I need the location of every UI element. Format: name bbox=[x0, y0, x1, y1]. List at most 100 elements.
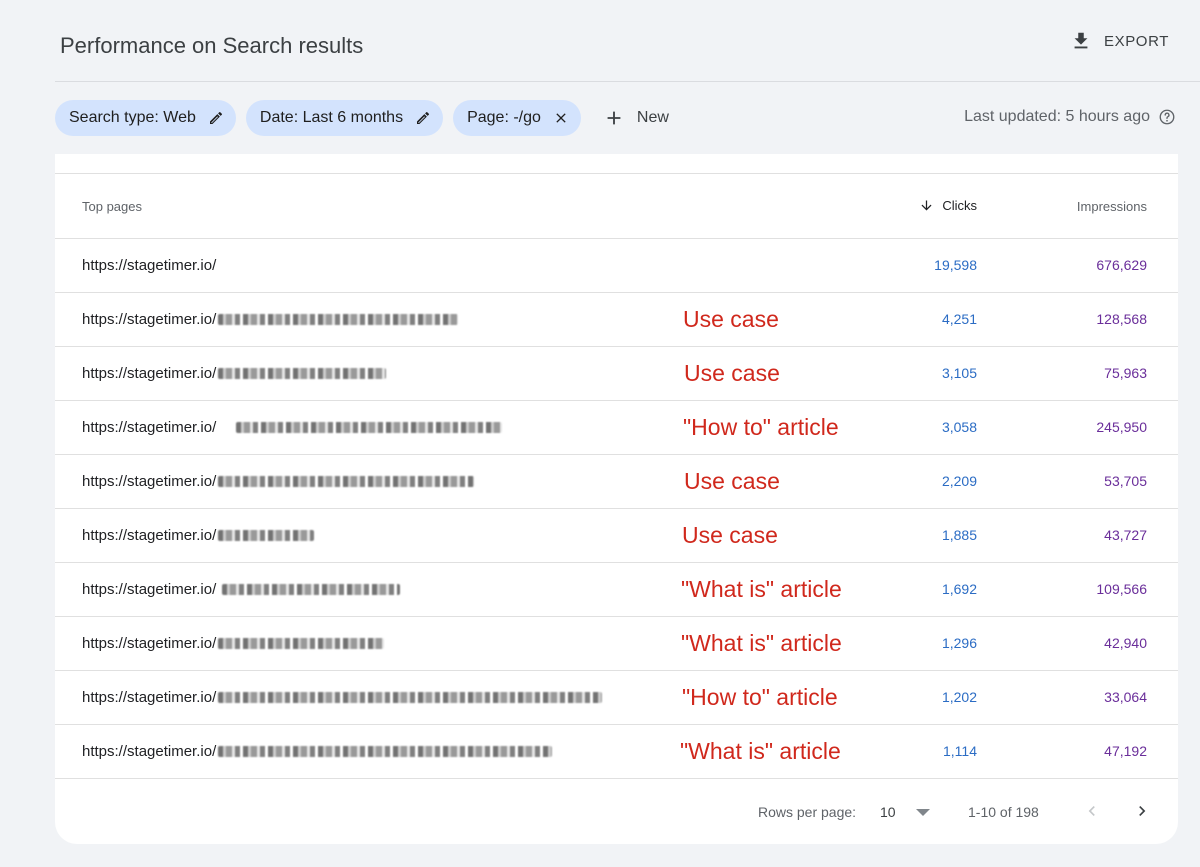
clicks-value: 3,058 bbox=[941, 419, 977, 435]
redacted-path bbox=[218, 692, 603, 703]
page-title: Performance on Search results bbox=[60, 33, 364, 58]
row-annotation: "What is" article bbox=[680, 738, 841, 764]
table-row[interactable]: https://stagetimer.io/ "What is" article… bbox=[55, 563, 1178, 617]
redacted-path bbox=[218, 476, 475, 487]
page-url: https://stagetimer.io/ bbox=[82, 635, 385, 652]
page-url: https://stagetimer.io/ bbox=[82, 581, 401, 598]
redacted-path bbox=[218, 368, 387, 379]
chevron-left-icon bbox=[1088, 806, 1095, 816]
rows-per-page-value: 10 bbox=[880, 804, 896, 820]
url-text: https://stagetimer.io/ bbox=[82, 689, 217, 706]
table-row[interactable]: https://stagetimer.io/ "How to" article … bbox=[55, 671, 1178, 725]
row-annotation: "What is" article bbox=[681, 630, 842, 656]
page-url: https://stagetimer.io/ bbox=[82, 473, 475, 490]
impressions-value: 676,629 bbox=[1096, 257, 1147, 273]
url-text: https://stagetimer.io/ bbox=[82, 257, 217, 274]
filter-chip-label: Date: Last 6 months bbox=[259, 109, 404, 126]
column-header-pages[interactable]: Top pages bbox=[82, 199, 142, 214]
last-updated: Last updated: 5 hours ago bbox=[964, 108, 1176, 126]
page-url: https://stagetimer.io/ bbox=[82, 257, 216, 274]
row-annotation: Use case bbox=[682, 522, 778, 548]
rows-per-page-select[interactable]: 10 bbox=[880, 804, 930, 820]
impressions-value: 53,705 bbox=[1104, 473, 1147, 489]
clicks-value: 1,296 bbox=[941, 635, 977, 651]
url-text: https://stagetimer.io/ bbox=[82, 743, 217, 760]
redacted-path bbox=[222, 584, 401, 595]
export-button[interactable]: EXPORT bbox=[1070, 30, 1169, 52]
filter-chip-label: Search type: Web bbox=[69, 109, 196, 126]
header-divider bbox=[55, 81, 1200, 82]
next-page-button[interactable] bbox=[1132, 798, 1152, 824]
impressions-value: 75,963 bbox=[1104, 365, 1147, 381]
pencil-icon[interactable] bbox=[415, 110, 431, 126]
page-url: https://stagetimer.io/ bbox=[82, 419, 503, 436]
impressions-value: 43,727 bbox=[1104, 527, 1147, 543]
filter-chip-date[interactable]: Date: Last 6 months bbox=[245, 100, 444, 136]
new-filter-button[interactable]: New bbox=[603, 107, 669, 129]
url-text: https://stagetimer.io/ bbox=[82, 473, 217, 490]
filter-chip-label: Page: -/go bbox=[467, 109, 541, 126]
arrow-down-icon bbox=[921, 200, 932, 211]
column-header-clicks[interactable]: Clicks bbox=[919, 198, 977, 213]
clicks-value: 2,209 bbox=[941, 473, 977, 489]
clicks-value: 3,105 bbox=[941, 365, 977, 381]
row-annotation: Use case bbox=[683, 306, 779, 332]
impressions-value: 47,192 bbox=[1104, 743, 1147, 759]
filter-chip-page[interactable]: Page: -/go bbox=[453, 100, 581, 136]
column-header-clicks-label: Clicks bbox=[942, 198, 977, 213]
redacted-path bbox=[236, 422, 503, 433]
page-url: https://stagetimer.io/ bbox=[82, 527, 315, 544]
impressions-value: 109,566 bbox=[1096, 581, 1147, 597]
table-row[interactable]: https://stagetimer.io/ "How to" article … bbox=[55, 401, 1178, 455]
rows-per-page-label: Rows per page: bbox=[758, 804, 857, 820]
url-text: https://stagetimer.io/ bbox=[82, 311, 217, 328]
redacted-path bbox=[218, 530, 315, 541]
previous-page-button[interactable] bbox=[1082, 798, 1102, 824]
impressions-value: 42,940 bbox=[1104, 635, 1147, 651]
table-row[interactable]: https://stagetimer.io/ Use case 3,105 75… bbox=[55, 347, 1178, 401]
row-annotation: Use case bbox=[684, 468, 780, 494]
row-annotation: "How to" article bbox=[682, 684, 838, 710]
page-url: https://stagetimer.io/ bbox=[82, 743, 553, 760]
url-text: https://stagetimer.io/ bbox=[82, 581, 217, 598]
new-filter-label: New bbox=[636, 109, 669, 126]
table-row[interactable]: https://stagetimer.io/ Use case 1,885 43… bbox=[55, 509, 1178, 563]
export-label: EXPORT bbox=[1103, 32, 1169, 50]
page-range: 1-10 of 198 bbox=[968, 804, 1039, 820]
redacted-path bbox=[218, 638, 385, 649]
impressions-value: 245,950 bbox=[1096, 419, 1147, 435]
clicks-value: 1,202 bbox=[941, 689, 977, 705]
clicks-value: 1,692 bbox=[941, 581, 977, 597]
clicks-value: 19,598 bbox=[934, 257, 977, 273]
help-icon[interactable] bbox=[1158, 108, 1176, 126]
table-row[interactable]: https://stagetimer.io/ Use case 2,209 53… bbox=[55, 455, 1178, 509]
table-header: Top pages Clicks Impressions bbox=[55, 174, 1178, 239]
page-url: https://stagetimer.io/ bbox=[82, 311, 459, 328]
pagination: Rows per page: 10 1-10 of 198 bbox=[55, 785, 1178, 835]
last-updated-text: Last updated: 5 hours ago bbox=[964, 108, 1150, 125]
top-pages-card: Top pages Clicks Impressions https://sta… bbox=[55, 154, 1178, 844]
close-icon[interactable] bbox=[553, 110, 569, 126]
impressions-value: 33,064 bbox=[1104, 689, 1147, 705]
impressions-value: 128,568 bbox=[1096, 311, 1147, 327]
pencil-icon[interactable] bbox=[208, 110, 224, 126]
clicks-value: 4,251 bbox=[941, 311, 977, 327]
redacted-path bbox=[218, 746, 553, 757]
dropdown-arrow-icon bbox=[915, 808, 930, 816]
clicks-value: 1,885 bbox=[941, 527, 977, 543]
row-annotation: Use case bbox=[684, 360, 780, 386]
header: Performance on Search results EXPORT bbox=[0, 0, 1200, 82]
url-text: https://stagetimer.io/ bbox=[82, 527, 217, 544]
table-row[interactable]: https://stagetimer.io/ 19,598 676,629 bbox=[55, 239, 1178, 293]
table-body: https://stagetimer.io/ 19,598 676,629 ht… bbox=[55, 239, 1178, 779]
table-row[interactable]: https://stagetimer.io/ "What is" article… bbox=[55, 617, 1178, 671]
url-text: https://stagetimer.io/ bbox=[82, 635, 217, 652]
table-row[interactable]: https://stagetimer.io/ Use case 4,251 12… bbox=[55, 293, 1178, 347]
filter-bar: Search type: Web Date: Last 6 months Pag… bbox=[55, 100, 669, 136]
table-row[interactable]: https://stagetimer.io/ "What is" article… bbox=[55, 725, 1178, 779]
column-header-impressions[interactable]: Impressions bbox=[1077, 199, 1147, 214]
row-annotation: "How to" article bbox=[683, 414, 839, 440]
download-icon bbox=[1074, 32, 1088, 49]
filter-chip-search-type[interactable]: Search type: Web bbox=[55, 100, 236, 136]
url-text: https://stagetimer.io/ bbox=[82, 419, 217, 436]
